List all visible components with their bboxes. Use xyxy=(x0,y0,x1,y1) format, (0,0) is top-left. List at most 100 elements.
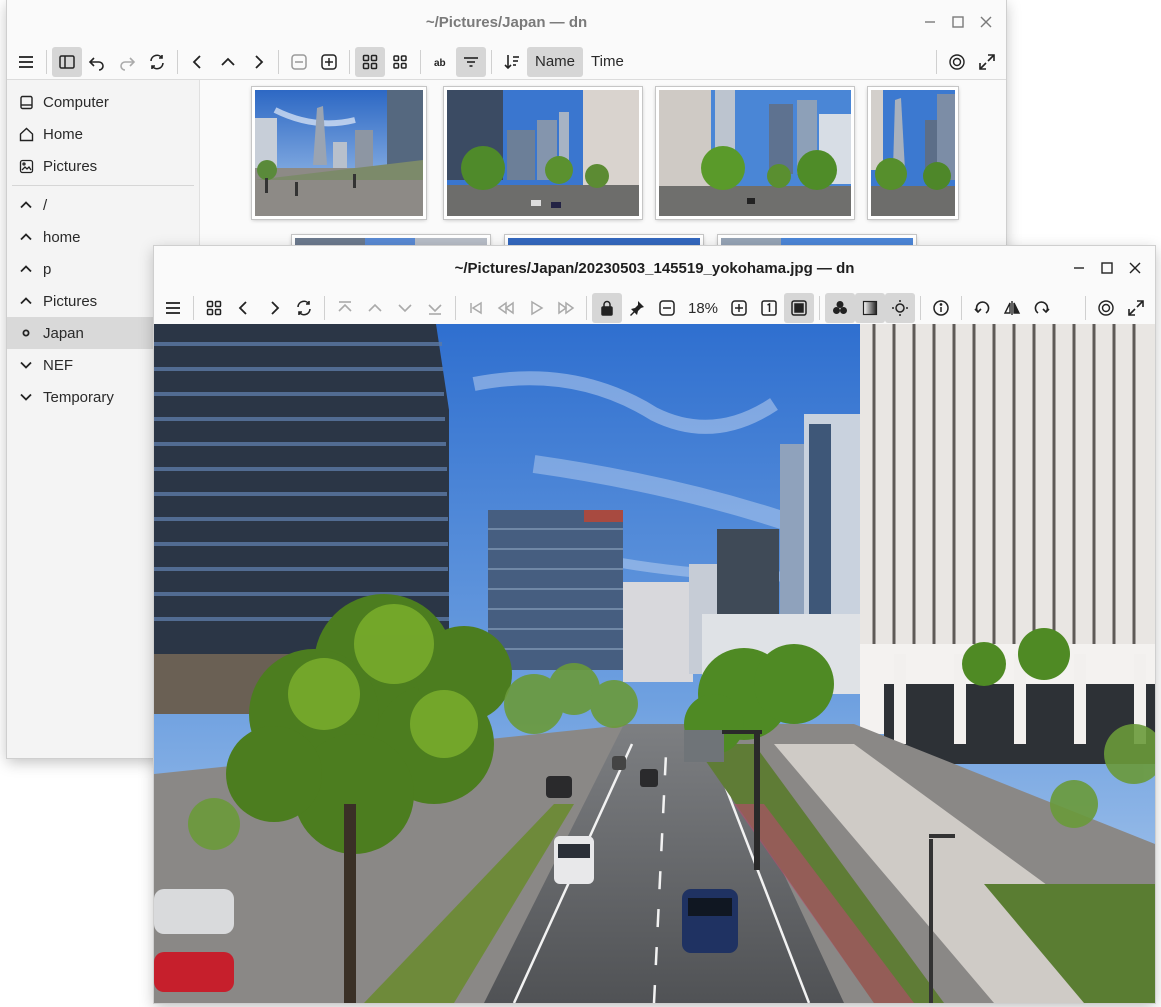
chevron-right-icon xyxy=(255,54,264,69)
browse-button[interactable] xyxy=(199,293,229,323)
color-management-button[interactable] xyxy=(942,47,972,77)
thumbnail[interactable] xyxy=(868,87,958,219)
reload-button[interactable] xyxy=(289,293,319,323)
next-button[interactable] xyxy=(259,293,289,323)
grid-small-icon xyxy=(393,54,407,69)
file-manager-titlebar[interactable]: ~/Pictures/Japan — dn xyxy=(7,0,1006,44)
plus-box-icon xyxy=(731,300,747,316)
background-settings-button[interactable] xyxy=(885,293,916,323)
grid-icon xyxy=(362,54,378,69)
skip-up-icon xyxy=(338,301,352,312)
image-viewer-window: ~/Pictures/Japan/20230503_145519_yokoham… xyxy=(154,246,1155,1003)
info-button[interactable] xyxy=(926,293,956,323)
skip-down-icon xyxy=(428,304,442,315)
previous-button[interactable] xyxy=(229,293,259,323)
thumbnail[interactable] xyxy=(656,87,854,219)
lock-zoom-button[interactable] xyxy=(592,293,622,323)
grid-icon xyxy=(206,300,222,316)
fullscreen-button[interactable] xyxy=(1121,293,1151,323)
viewer-title: ~/Pictures/Japan/20230503_145519_yokoham… xyxy=(454,259,855,277)
original-size-button[interactable] xyxy=(754,293,784,323)
sort-order-button[interactable] xyxy=(497,47,527,77)
sort-by-time-button[interactable]: Time xyxy=(583,47,632,77)
image-canvas[interactable] xyxy=(154,324,1155,1003)
sidebar-item-computer[interactable]: Computer xyxy=(7,86,199,118)
menu-button[interactable] xyxy=(158,293,188,323)
forward-button[interactable] xyxy=(243,47,273,77)
tree-item-root[interactable]: / xyxy=(7,189,199,221)
color-management-button[interactable] xyxy=(1091,293,1121,323)
previous-directory-button[interactable] xyxy=(360,293,390,323)
home-icon xyxy=(19,127,37,142)
chevron-up-icon xyxy=(221,57,235,66)
show-labels-button[interactable]: ab xyxy=(426,47,456,77)
sidebar-item-home[interactable]: Home xyxy=(7,118,199,150)
first-frame-button[interactable] xyxy=(461,293,491,323)
gradient-icon xyxy=(862,300,878,316)
chevron-up-icon xyxy=(19,262,37,276)
chevron-down-icon xyxy=(19,358,37,372)
pin-button[interactable] xyxy=(622,293,652,323)
viewer-titlebar[interactable]: ~/Pictures/Japan/20230503_145519_yokoham… xyxy=(154,246,1155,290)
close-button[interactable] xyxy=(1121,254,1149,282)
maximize-button[interactable] xyxy=(944,8,972,36)
zoom-to-fit-button[interactable] xyxy=(784,293,815,323)
play-button[interactable] xyxy=(521,293,551,323)
minimize-icon xyxy=(1074,267,1084,269)
fast-forward-icon xyxy=(558,301,575,315)
zoom-in-button[interactable] xyxy=(314,47,344,77)
tree-item-label: Japan xyxy=(43,324,84,342)
fullscreen-button[interactable] xyxy=(972,47,1002,77)
fit-icon xyxy=(791,300,807,316)
last-directory-button[interactable] xyxy=(420,293,450,323)
one-to-one-icon xyxy=(761,300,777,316)
minimize-button[interactable] xyxy=(1065,254,1093,282)
svg-text:ab: ab xyxy=(434,58,446,69)
flip-icon xyxy=(1003,301,1021,315)
minimize-button[interactable] xyxy=(916,8,944,36)
undo-button[interactable] xyxy=(82,47,112,77)
next-directory-button[interactable] xyxy=(390,293,420,323)
flip-button[interactable] xyxy=(997,293,1027,323)
maximize-icon xyxy=(1101,262,1113,274)
compact-grid-button[interactable] xyxy=(385,47,415,77)
next-frame-button[interactable] xyxy=(551,293,581,323)
smooth-scaling-button[interactable] xyxy=(855,293,886,323)
filter-button[interactable] xyxy=(456,46,486,77)
grid-view-button[interactable] xyxy=(355,46,385,77)
maximize-button[interactable] xyxy=(1093,254,1121,282)
chevron-left-icon xyxy=(192,54,201,69)
rotate-left-button[interactable] xyxy=(967,293,997,323)
text-labels-icon: ab xyxy=(434,58,446,69)
redo-button[interactable] xyxy=(112,47,142,77)
tree-item-label: Temporary xyxy=(43,388,114,406)
viewer-toolbar: 18% xyxy=(154,290,1155,326)
up-button[interactable] xyxy=(213,47,243,77)
tree-item-label: / xyxy=(43,196,48,214)
close-button[interactable] xyxy=(972,8,1000,36)
tree-item-label: home xyxy=(43,228,81,246)
sort-by-name-button[interactable]: Name xyxy=(527,46,584,77)
menu-button[interactable] xyxy=(11,47,41,77)
color-channels-button[interactable] xyxy=(825,293,856,323)
previous-frame-button[interactable] xyxy=(491,293,521,323)
rotate-left-icon xyxy=(974,301,990,314)
rotate-right-button[interactable] xyxy=(1027,293,1057,323)
reload-button[interactable] xyxy=(142,47,172,77)
plus-box-icon xyxy=(321,53,337,70)
toggle-sidebar-button[interactable] xyxy=(52,46,82,77)
zoom-in-button[interactable] xyxy=(724,293,754,323)
fullscreen-icon xyxy=(1128,300,1144,316)
thumbnail[interactable] xyxy=(252,87,426,219)
zoom-out-button[interactable] xyxy=(652,293,682,323)
rewind-icon xyxy=(497,301,514,315)
thumbnail[interactable] xyxy=(444,87,642,219)
zoom-out-button[interactable] xyxy=(284,47,314,77)
back-button[interactable] xyxy=(183,47,213,77)
lock-icon xyxy=(601,300,613,316)
minus-box-icon xyxy=(291,53,307,70)
sidebar-item-label: Home xyxy=(43,125,84,143)
sidebar-item-pictures[interactable]: Pictures xyxy=(7,150,199,182)
minus-box-icon xyxy=(659,300,675,316)
first-directory-button[interactable] xyxy=(330,293,360,323)
